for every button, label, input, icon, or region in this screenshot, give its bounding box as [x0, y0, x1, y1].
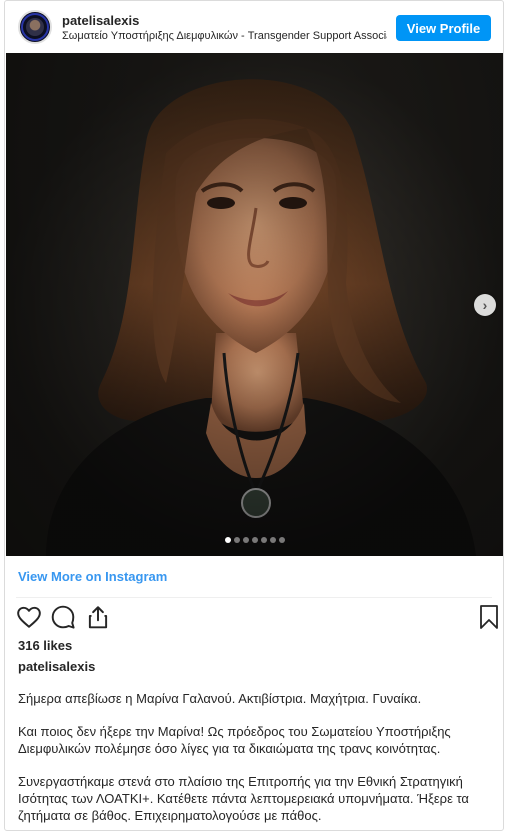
- caption-username[interactable]: patelisalexis: [18, 659, 95, 674]
- carousel-dot: [279, 537, 285, 543]
- caption-paragraph: Σήμερα απεβίωσε η Μαρίνα Γαλανού. Ακτιβί…: [18, 691, 422, 706]
- post-photo[interactable]: ›: [6, 53, 503, 556]
- carousel-dot: [270, 537, 276, 543]
- carousel-indicator: [6, 537, 503, 543]
- chevron-right-icon[interactable]: ›: [474, 294, 496, 316]
- action-bar: [5, 604, 503, 632]
- caption-paragraph: Και ποιος δεν ήξερε την Μαρίνα! Ως πρόεδ…: [18, 724, 451, 756]
- view-more-link[interactable]: View More on Instagram: [18, 569, 167, 584]
- likes-count[interactable]: 316 likes: [18, 638, 72, 653]
- bookmark-icon[interactable]: [477, 604, 501, 630]
- caption-text: Σήμερα απεβίωσε η Μαρίνα Γαλανού. Ακτιβί…: [18, 690, 496, 830]
- profile-subtitle: Σωματείο Υποστήριξης Διεμφυλικών - Trans…: [62, 30, 387, 42]
- post-header: patelisalexis Σωματείο Υποστήριξης Διεμφ…: [5, 1, 503, 53]
- divider: [16, 597, 492, 598]
- carousel-dot: [234, 537, 240, 543]
- instagram-embed-card: patelisalexis Σωματείο Υποστήριξης Διεμφ…: [4, 0, 504, 831]
- share-icon[interactable]: [85, 604, 111, 630]
- caption-paragraph: Συνεργαστήκαμε στενά στο πλαίσιο της Επι…: [18, 774, 469, 823]
- avatar[interactable]: [18, 10, 52, 44]
- username[interactable]: patelisalexis: [62, 13, 139, 28]
- carousel-dot: [243, 537, 249, 543]
- avatar-image: [26, 18, 44, 36]
- view-profile-button[interactable]: View Profile: [396, 15, 491, 41]
- comment-icon[interactable]: [50, 604, 76, 630]
- carousel-dot: [225, 537, 231, 543]
- heart-icon[interactable]: [16, 604, 42, 630]
- carousel-dot: [252, 537, 258, 543]
- portrait-illustration: [6, 53, 503, 556]
- carousel-dot: [261, 537, 267, 543]
